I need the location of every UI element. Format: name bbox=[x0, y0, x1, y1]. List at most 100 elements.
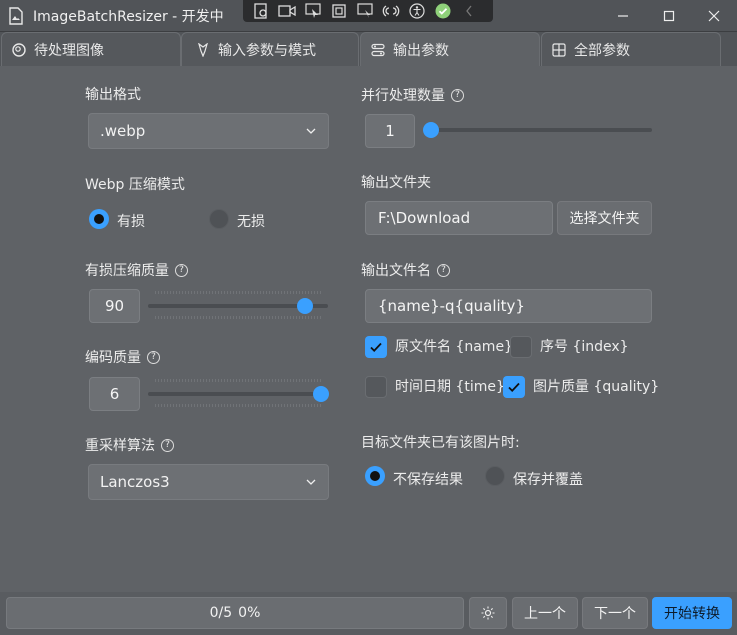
help-icon[interactable]: ? bbox=[175, 263, 188, 277]
chevron-down-icon bbox=[306, 128, 316, 134]
select-element-icon[interactable] bbox=[303, 2, 323, 20]
checkbox-name-label: 原文件名 {name} bbox=[395, 339, 513, 355]
help-icon[interactable]: ? bbox=[147, 350, 160, 364]
radio-lossy-label: 有损 bbox=[117, 214, 145, 230]
encode-quality-number: 6 bbox=[109, 385, 120, 403]
check-ok-icon[interactable] bbox=[433, 2, 453, 20]
tab-label: 全部参数 bbox=[574, 42, 630, 59]
radio-no-save-label: 不保存结果 bbox=[393, 472, 463, 488]
out-name-field[interactable]: {name}-q{quality} bbox=[365, 289, 652, 323]
progress-count: 0/5 bbox=[209, 605, 233, 621]
exists-label: 目标文件夹已有该图片时: bbox=[361, 435, 520, 451]
maximize-button[interactable] bbox=[646, 0, 692, 32]
output-format-label: 输出格式 bbox=[85, 87, 141, 103]
parallel-text: 并行处理数量 bbox=[361, 88, 445, 104]
progress-percent: 0% bbox=[238, 605, 261, 621]
lossy-quality-input[interactable]: 90 bbox=[89, 289, 140, 323]
checkbox-index-label: 序号 {index} bbox=[540, 339, 629, 355]
settings-icon bbox=[371, 43, 385, 57]
pen-icon bbox=[196, 42, 210, 57]
checkbox-time[interactable] bbox=[365, 376, 387, 398]
tab-pending-images[interactable]: 待处理图像 bbox=[1, 32, 181, 66]
radio-no-save[interactable] bbox=[365, 466, 385, 486]
chevron-down-icon bbox=[306, 479, 316, 485]
check-icon bbox=[370, 342, 382, 352]
app-icon bbox=[9, 7, 23, 25]
parallel-number: 1 bbox=[385, 122, 395, 140]
out-name-label: 输出文件名? bbox=[361, 260, 450, 280]
output-format-select[interactable]: .webp bbox=[88, 113, 329, 149]
theme-button[interactable] bbox=[469, 597, 507, 629]
tab-all-params[interactable]: 全部参数 bbox=[541, 32, 721, 66]
prev-button[interactable]: 上一个 bbox=[512, 597, 578, 629]
resample-select[interactable]: Lanczos3 bbox=[88, 464, 329, 500]
encode-quality-slider-thumb[interactable] bbox=[313, 386, 329, 402]
checkbox-quality[interactable] bbox=[503, 376, 525, 398]
video-icon[interactable] bbox=[277, 2, 297, 20]
help-icon[interactable]: ? bbox=[437, 263, 450, 277]
encode-quality-slider[interactable] bbox=[148, 392, 328, 396]
out-name-value: {name}-q{quality} bbox=[378, 297, 525, 315]
slider-ticks bbox=[155, 316, 323, 319]
check-icon bbox=[508, 382, 520, 392]
output-format-value: .webp bbox=[100, 122, 146, 140]
progress-bar: 0/5 0% bbox=[6, 597, 464, 629]
live-tree-icon[interactable] bbox=[251, 2, 271, 20]
parallel-label: 并行处理数量? bbox=[361, 85, 464, 105]
grid-icon bbox=[552, 42, 566, 57]
parallel-slider[interactable] bbox=[424, 128, 652, 132]
slider-ticks bbox=[155, 291, 323, 294]
tab-label: 待处理图像 bbox=[34, 42, 104, 59]
collapse-chevron-icon[interactable] bbox=[459, 2, 479, 20]
minimize-button[interactable] bbox=[600, 0, 646, 32]
encode-quality-label: 编码质量? bbox=[85, 347, 160, 367]
checkbox-name[interactable] bbox=[365, 336, 387, 358]
maximize-icon bbox=[663, 10, 675, 22]
lossy-quality-text: 有损压缩质量 bbox=[85, 263, 169, 279]
radio-lossless[interactable] bbox=[209, 209, 229, 229]
layout-adorner-icon[interactable] bbox=[329, 2, 349, 20]
tab-output-params[interactable]: 输出参数 bbox=[360, 32, 540, 66]
slider-ticks bbox=[155, 379, 323, 382]
close-icon bbox=[708, 10, 720, 22]
checkbox-index[interactable] bbox=[510, 336, 532, 358]
checkbox-time-label: 时间日期 {time} bbox=[395, 379, 505, 395]
help-icon[interactable]: ? bbox=[451, 88, 464, 102]
lossy-quality-label: 有损压缩质量? bbox=[85, 260, 188, 280]
parallel-slider-thumb[interactable] bbox=[423, 122, 439, 138]
title-bar: ImageBatchResizer - 开发中 bbox=[0, 0, 737, 32]
out-folder-label: 输出文件夹 bbox=[361, 175, 431, 191]
close-button[interactable] bbox=[691, 0, 737, 32]
lossy-quality-slider-thumb[interactable] bbox=[296, 298, 313, 314]
radio-overwrite[interactable] bbox=[485, 466, 505, 486]
accessibility-icon[interactable] bbox=[407, 2, 427, 20]
radio-overwrite-label: 保存并覆盖 bbox=[513, 472, 583, 488]
tab-label: 输出参数 bbox=[393, 42, 449, 59]
encode-quality-text: 编码质量 bbox=[85, 350, 141, 366]
encode-quality-input[interactable]: 6 bbox=[89, 377, 140, 411]
sun-icon bbox=[481, 606, 495, 620]
parallel-input[interactable]: 1 bbox=[365, 114, 415, 148]
checkbox-quality-label: 图片质量 {quality} bbox=[533, 379, 660, 395]
out-folder-field[interactable]: F:\Download bbox=[365, 201, 553, 235]
resample-label: 重采样算法? bbox=[85, 435, 174, 455]
resample-value: Lanczos3 bbox=[100, 473, 170, 491]
out-name-text: 输出文件名 bbox=[361, 263, 431, 279]
help-icon[interactable]: ? bbox=[161, 438, 174, 452]
radio-lossy[interactable] bbox=[89, 209, 109, 229]
resample-text: 重采样算法 bbox=[85, 438, 155, 454]
choose-folder-button[interactable]: 选择文件夹 bbox=[557, 201, 652, 235]
minimize-icon bbox=[618, 15, 628, 17]
binding-icon[interactable] bbox=[381, 2, 401, 20]
tab-input-params[interactable]: 输入参数与模式 bbox=[181, 32, 359, 66]
out-folder-value: F:\Download bbox=[378, 209, 471, 227]
next-button[interactable]: 下一个 bbox=[582, 597, 648, 629]
track-focus-icon[interactable] bbox=[355, 2, 375, 20]
start-convert-button[interactable]: 开始转换 bbox=[652, 597, 732, 629]
radio-lossless-label: 无损 bbox=[237, 214, 265, 230]
window-title: ImageBatchResizer - 开发中 bbox=[33, 9, 224, 25]
lossy-quality-number: 90 bbox=[104, 297, 125, 315]
webp-mode-label: Webp 压缩模式 bbox=[85, 177, 185, 193]
bottom-bar: 0/5 0% 上一个 下一个 开始转换 bbox=[0, 592, 737, 635]
images-icon bbox=[12, 42, 26, 57]
